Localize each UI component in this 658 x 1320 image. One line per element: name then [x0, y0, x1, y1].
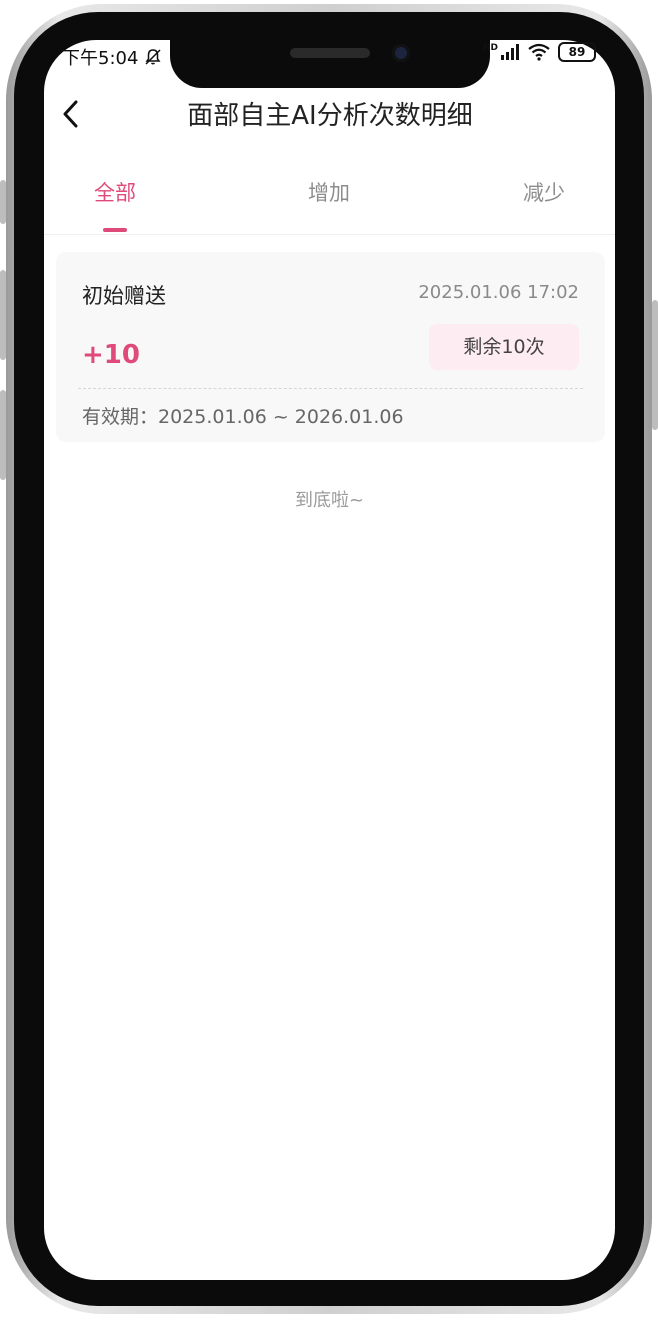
bell-off-icon — [145, 49, 161, 65]
notch — [170, 28, 490, 88]
filter-tabs: 全部 增加 减少 — [44, 170, 615, 235]
record-time: 2025.01.06 17:02 — [418, 282, 579, 303]
active-tab-indicator — [103, 228, 127, 232]
record-amount: +10 — [82, 340, 140, 370]
front-camera — [392, 44, 410, 62]
signal-icon — [501, 44, 519, 60]
speaker-grille — [290, 48, 370, 58]
wifi-icon — [528, 43, 550, 61]
status-time: 下午5:04 — [62, 48, 139, 69]
mute-switch — [0, 180, 6, 224]
battery-level: 89 — [568, 45, 586, 59]
status-bar-left: 下午5:04 — [62, 44, 162, 70]
power-button — [652, 300, 658, 430]
card-divider — [78, 388, 583, 389]
tab-decrease[interactable]: 减少 — [523, 178, 565, 208]
hd-network-label: HD — [482, 43, 498, 53]
page-title: 面部自主AI分析次数明细 — [187, 101, 473, 131]
status-bar-right: HD 89 — [483, 42, 596, 62]
chevron-left-icon — [63, 100, 78, 128]
battery-icon: 89 — [558, 42, 596, 62]
record-validity: 有效期：2025.01.06 ~ 2026.01.06 — [82, 406, 404, 428]
tab-all[interactable]: 全部 — [94, 178, 136, 208]
volume-up-button — [0, 270, 6, 360]
record-card: 初始赠送 2025.01.06 17:02 +10 剩余10次 有效期：2025… — [56, 252, 605, 442]
phone-frame: 下午5:04 HD 89 面部自主AI分析次数明细 全部 增加 减少 初始赠送 … — [0, 0, 658, 1320]
tab-increase[interactable]: 增加 — [308, 178, 350, 208]
back-button[interactable] — [60, 96, 84, 132]
end-of-list-note: 到底啦~ — [294, 490, 365, 511]
remaining-badge: 剩余10次 — [429, 324, 579, 370]
record-title: 初始赠送 — [82, 284, 166, 308]
volume-down-button — [0, 390, 6, 480]
